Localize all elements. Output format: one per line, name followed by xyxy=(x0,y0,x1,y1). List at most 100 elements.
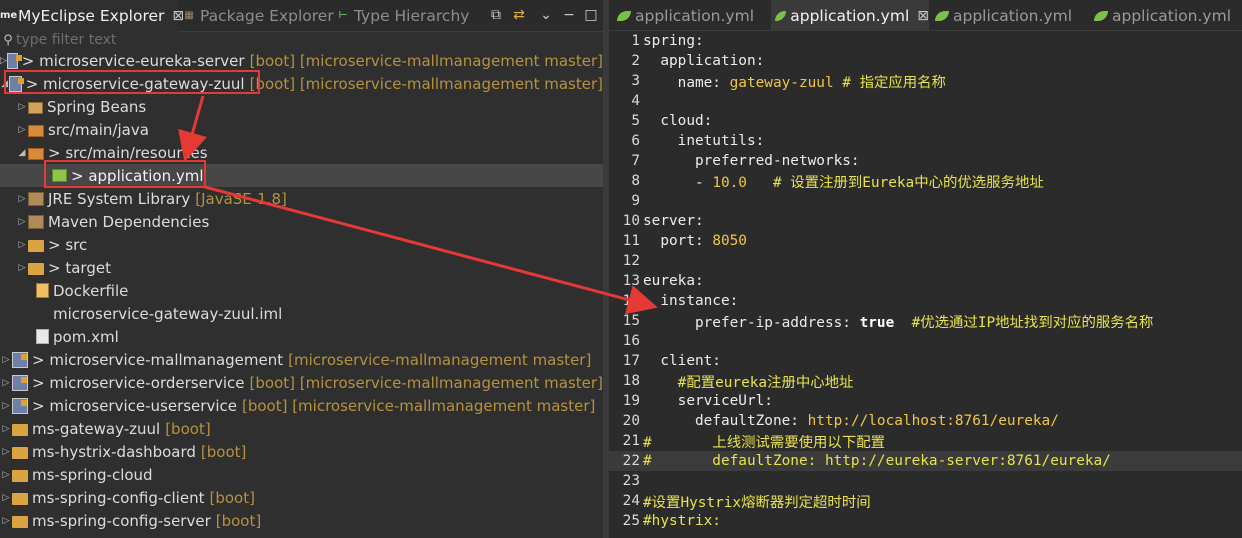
code-line[interactable]: 3 name: gateway-zuul # 指定应用名称 xyxy=(609,71,1242,91)
expand-arrow-icon[interactable]: ▷ xyxy=(16,217,28,227)
expand-arrow-icon[interactable]: ▷ xyxy=(16,125,28,135)
code-token: port: xyxy=(643,233,713,249)
expand-arrow-icon[interactable]: ▷ xyxy=(16,240,28,250)
collapse-all-icon[interactable]: ⧉ xyxy=(487,6,505,24)
expand-arrow-icon[interactable]: ▷ xyxy=(16,263,28,273)
tab-application-yml[interactable]: application.yml xyxy=(1090,0,1242,31)
tree-item-label: > microservice-orderservice xyxy=(32,373,245,392)
tab-application-yml-active[interactable]: application.yml ⊠ xyxy=(771,0,929,31)
code-token: gateway-zuul xyxy=(729,74,834,91)
collapse-arrow-icon[interactable]: ◢ xyxy=(16,148,28,158)
expand-arrow-icon[interactable]: ▷ xyxy=(0,56,7,66)
expand-arrow-icon[interactable]: ▷ xyxy=(0,516,12,526)
code-line[interactable]: 23 xyxy=(609,471,1242,491)
code-line[interactable]: 8 - 10.0 # 设置注册到Eureka中心的优选服务地址 xyxy=(609,171,1242,191)
line-number: 2 xyxy=(631,53,640,69)
expand-arrow-icon[interactable]: ▷ xyxy=(0,401,12,411)
code-line[interactable]: 19 serviceUrl: xyxy=(609,391,1242,411)
code-token: 10.0 xyxy=(712,174,747,191)
code-token: application: xyxy=(643,53,765,69)
code-line[interactable]: 5 cloud: xyxy=(609,111,1242,131)
code-line[interactable]: 7 preferred-networks: xyxy=(609,151,1242,171)
code-line[interactable]: 17 client: xyxy=(609,351,1242,371)
tab-label: application.yml xyxy=(635,6,755,25)
tree-item-spring-beans[interactable]: ▷ Spring Beans xyxy=(0,95,603,118)
tree-item-project[interactable]: ▷ > microservice-userservice [boot] [mic… xyxy=(0,394,603,417)
tree-item-folder[interactable]: ▷ ms-hystrix-dashboard [boot] xyxy=(0,440,603,463)
view-menu-chevron-icon[interactable]: ⌄ xyxy=(537,6,555,24)
project-icon xyxy=(12,397,28,414)
tree-item-label: ms-spring-config-server xyxy=(32,511,211,530)
code-line[interactable]: 16 xyxy=(609,331,1242,351)
code-line[interactable]: 25 #hystrix: xyxy=(609,511,1242,531)
code-line[interactable]: 20 defaultZone: http://localhost:8761/eu… xyxy=(609,411,1242,431)
tab-application-yml[interactable]: application.yml xyxy=(931,0,1089,31)
tree-item-folder[interactable]: ▷ > src xyxy=(0,233,603,256)
expand-arrow-icon[interactable]: ▷ xyxy=(0,447,12,457)
tree-item-library[interactable]: ▷ Maven Dependencies xyxy=(0,210,603,233)
tree-item-folder[interactable]: ▷ ms-spring-config-server [boot] xyxy=(0,509,603,532)
code-line[interactable]: 13 eureka: xyxy=(609,271,1242,291)
tab-package-explorer[interactable]: ▦ Package Explorer xyxy=(182,0,333,32)
tab-type-hierarchy[interactable]: ⊢ Type Hierarchy xyxy=(336,0,469,32)
code-line[interactable]: 15 prefer-ip-address: true #优选通过IP地址找到对应… xyxy=(609,311,1242,331)
close-icon[interactable]: ⊠ xyxy=(917,8,929,24)
code-line[interactable]: 24 #设置Hystrix熔断器判定超时时间 xyxy=(609,491,1242,511)
expand-arrow-icon[interactable]: ▷ xyxy=(0,355,12,365)
expand-arrow-icon[interactable]: ▷ xyxy=(0,378,12,388)
code-line[interactable]: 18 #配置eureka注册中心地址 xyxy=(609,371,1242,391)
filter-input[interactable] xyxy=(16,32,516,48)
tree-item-project[interactable]: ◢ > microservice-gateway-zuul [boot] [mi… xyxy=(0,72,603,95)
code-line[interactable]: 21 # 上线测试需要使用以下配置 xyxy=(609,431,1242,451)
code-line[interactable]: 4 xyxy=(609,91,1242,111)
editor-tab-bar: application.yml application.yml ⊠ applic… xyxy=(609,0,1242,31)
minimize-icon[interactable]: − xyxy=(560,6,578,24)
code-line[interactable]: 10 server: xyxy=(609,211,1242,231)
tree-item-folder[interactable]: ▷ ms-gateway-zuul [boot] xyxy=(0,417,603,440)
code-token: preferred-networks: xyxy=(643,153,860,169)
spring-leaf-icon xyxy=(1094,10,1108,21)
code-line[interactable]: 1 spring: xyxy=(609,31,1242,51)
code-token: eureka: xyxy=(643,273,704,289)
code-text: spring: xyxy=(640,33,704,49)
tree-item-project[interactable]: ▷ > microservice-mallmanagement [microse… xyxy=(0,348,603,371)
line-number: 18 xyxy=(622,373,640,389)
code-line[interactable]: 12 xyxy=(609,251,1242,271)
tree-item-source-folder[interactable]: ▷ src/main/java xyxy=(0,118,603,141)
tree-item-library[interactable]: ▷ JRE System Library [JavaSE-1.8] xyxy=(0,187,603,210)
tree-item-folder[interactable]: ▷ > target xyxy=(0,256,603,279)
expand-arrow-icon[interactable]: ▷ xyxy=(0,470,12,480)
tree-item-suffix: [boot] [microservice-mallmanagement mast… xyxy=(249,51,603,70)
tab-myeclipse-explorer[interactable]: me MyEclipse Explorer ⊠ xyxy=(0,0,184,32)
tree-item-file[interactable]: pom.xml xyxy=(0,325,603,348)
code-token: cloud: xyxy=(643,113,713,129)
expand-arrow-icon[interactable]: ▷ xyxy=(0,424,12,434)
code-line[interactable]: 14 instance: xyxy=(609,291,1242,311)
line-number: 6 xyxy=(631,133,640,149)
code-line[interactable]: 6 inetutils: xyxy=(609,131,1242,151)
collapse-arrow-icon[interactable]: ◢ xyxy=(0,79,9,89)
tree-item-folder[interactable]: ▷ ms-spring-cloud xyxy=(0,463,603,486)
code-token: defaultZone: xyxy=(643,413,808,429)
expand-arrow-icon[interactable]: ▷ xyxy=(16,102,28,112)
code-editor[interactable]: 1 spring: 2 application: 3 name: gateway-zu… xyxy=(609,31,1242,538)
code-line[interactable]: 9 xyxy=(609,191,1242,211)
link-with-editor-icon[interactable]: ⇄ xyxy=(510,6,528,24)
editor-pane: application.yml application.yml ⊠ applic… xyxy=(609,0,1242,538)
tree-item-project[interactable]: ▷ > microservice-eureka-server [boot] [m… xyxy=(0,49,603,72)
explorer-tab-bar: me MyEclipse Explorer ⊠ ▦ Package Explor… xyxy=(0,0,603,32)
tree-item-source-folder[interactable]: ◢ > src/main/resources xyxy=(0,141,603,164)
tree-item-file-selected[interactable]: > application.yml xyxy=(0,164,603,187)
tree-item-file[interactable]: Dockerfile xyxy=(0,279,603,302)
maximize-icon[interactable]: □ xyxy=(582,6,600,24)
code-line[interactable]: 11 port: 8050 xyxy=(609,231,1242,251)
tab-application-yml[interactable]: application.yml xyxy=(613,0,771,31)
tree-item-project[interactable]: ▷ > microservice-orderservice [boot] [mi… xyxy=(0,371,603,394)
code-line[interactable]: 22 # defaultZone: http://eureka-server:87… xyxy=(609,451,1242,471)
code-line[interactable]: 2 application: xyxy=(609,51,1242,71)
code-token: #配置eureka注册中心地址 xyxy=(643,374,854,391)
expand-arrow-icon[interactable]: ▷ xyxy=(16,194,28,204)
tree-item-folder[interactable]: ▷ ms-spring-config-client [boot] xyxy=(0,486,603,509)
tree-item-file[interactable]: microservice-gateway-zuul.iml xyxy=(0,302,603,325)
expand-arrow-icon[interactable]: ▷ xyxy=(0,493,12,503)
